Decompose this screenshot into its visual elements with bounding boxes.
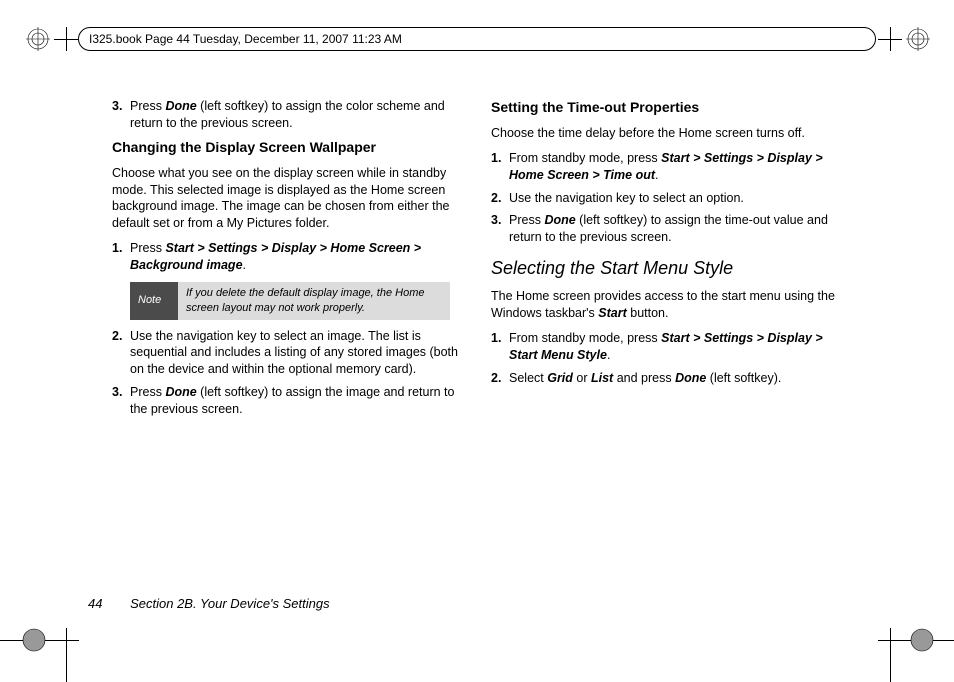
crop-line: [66, 628, 67, 682]
list-item: 1. From standby mode, press Start > Sett…: [491, 330, 840, 364]
list-item: 1. Press Start > Settings > Display > Ho…: [112, 240, 461, 274]
list-item: 2. Use the navigation key to select an i…: [112, 328, 461, 379]
list-item: 2. Select Grid or List and press Done (l…: [491, 370, 840, 387]
list-item: 1. From standby mode, press Start > Sett…: [491, 150, 840, 184]
step-number: 1.: [491, 330, 501, 347]
step-text: .: [655, 168, 658, 182]
step-text: From standby mode, press: [509, 151, 661, 165]
crop-line: [66, 27, 67, 51]
list-item: 3. Press Done (left softkey) to assign t…: [112, 384, 461, 418]
step-text: Use the navigation key to select an opti…: [509, 191, 744, 205]
heading-wallpaper: Changing the Display Screen Wallpaper: [112, 138, 461, 157]
body-text: Choose the time delay before the Home sc…: [491, 125, 840, 142]
step-text: Press: [509, 213, 544, 227]
step-text: Select: [509, 371, 547, 385]
step-text: .: [607, 348, 610, 362]
step-number: 3.: [112, 384, 122, 401]
page-number: 44: [88, 596, 102, 611]
ui-term: Done: [675, 371, 706, 385]
body-text: The Home screen provides access to the s…: [491, 288, 840, 322]
step-text: From standby mode, press: [509, 331, 661, 345]
list-item: 3. Press Done (left softkey) to assign t…: [491, 212, 840, 246]
ui-term: Grid: [547, 371, 573, 385]
heading-start-menu: Selecting the Start Menu Style: [491, 256, 840, 280]
right-column: Setting the Time-out Properties Choose t…: [491, 98, 840, 598]
content-area: 3. Press Done (left softkey) to assign t…: [112, 98, 840, 598]
ui-term: Done: [544, 213, 575, 227]
ui-term: Start: [598, 306, 626, 320]
registration-mark-icon: [906, 27, 930, 51]
list-item: 2. Use the navigation key to select an o…: [491, 190, 840, 207]
page-footer: 44 Section 2B. Your Device's Settings: [88, 596, 330, 611]
doc-header-text: I325.book Page 44 Tuesday, December 11, …: [89, 32, 402, 46]
step-text: Press: [130, 99, 165, 113]
note-box: Note If you delete the default display i…: [130, 282, 450, 320]
note-text: If you delete the default display image,…: [178, 282, 450, 320]
step-number: 1.: [491, 150, 501, 167]
solid-circle-icon: [22, 628, 46, 652]
list-item: 3. Press Done (left softkey) to assign t…: [112, 98, 461, 132]
ui-term: Done: [165, 385, 196, 399]
step-number: 1.: [112, 240, 122, 257]
ui-term: Done: [165, 99, 196, 113]
step-text: and press: [613, 371, 675, 385]
step-number: 2.: [491, 190, 501, 207]
step-text: Use the navigation key to select an imag…: [130, 329, 458, 377]
step-text: (left softkey).: [706, 371, 781, 385]
crop-line: [890, 628, 891, 682]
step-number: 3.: [112, 98, 122, 115]
step-text: .: [243, 258, 246, 272]
ui-path: Start > Settings > Display > Home Screen…: [130, 241, 421, 272]
section-title: Section 2B. Your Device's Settings: [130, 596, 330, 611]
registration-mark-icon: [26, 27, 50, 51]
step-number: 2.: [112, 328, 122, 345]
step-text: Press: [130, 241, 165, 255]
crop-line: [890, 27, 891, 51]
step-text: Press: [130, 385, 165, 399]
note-label: Note: [130, 282, 178, 320]
left-column: 3. Press Done (left softkey) to assign t…: [112, 98, 461, 598]
body-text: Choose what you see on the display scree…: [112, 165, 461, 233]
step-text: or: [573, 371, 591, 385]
ui-term: List: [591, 371, 613, 385]
body-text-part: button.: [627, 306, 669, 320]
step-number: 2.: [491, 370, 501, 387]
step-number: 3.: [491, 212, 501, 229]
solid-circle-icon: [910, 628, 934, 652]
doc-header: I325.book Page 44 Tuesday, December 11, …: [78, 27, 876, 51]
heading-timeout: Setting the Time-out Properties: [491, 98, 840, 117]
